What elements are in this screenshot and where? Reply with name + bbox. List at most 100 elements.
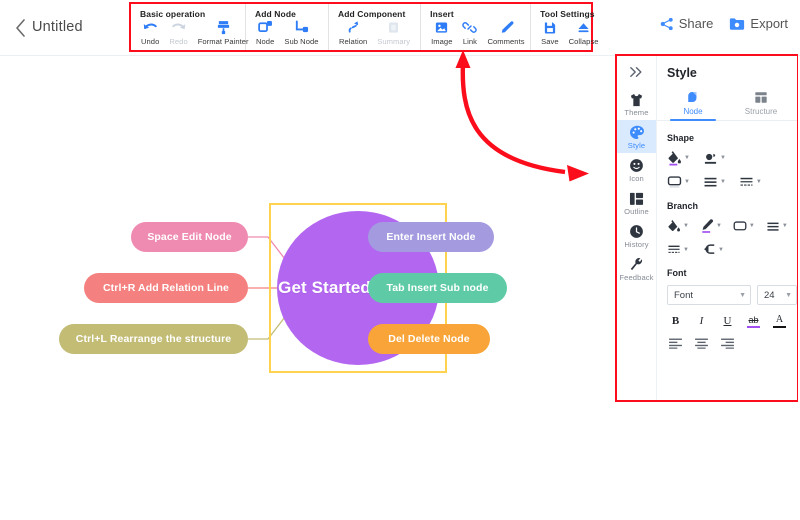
align-left-button[interactable] [667, 335, 684, 351]
branch-pen-button[interactable]: ▼ [700, 218, 722, 234]
insert-link-label: Link [463, 37, 477, 46]
sidebar-item-feedback[interactable]: Feedback [617, 252, 656, 285]
align-center-button[interactable] [693, 335, 710, 351]
font-family-value: Font [674, 290, 693, 301]
line-weight-button[interactable]: ▼ [703, 175, 726, 189]
branch-row-2: ▼ ▼ [667, 243, 797, 256]
font-color-button[interactable]: A [771, 313, 788, 329]
sidebar-item-history[interactable]: History [617, 219, 656, 252]
palette-icon [629, 124, 645, 141]
summary-button[interactable]: Summary [372, 19, 415, 48]
chevron-down-icon: ▼ [684, 179, 690, 185]
branch-dash-button[interactable]: ▼ [667, 243, 689, 256]
chevron-down-icon: ▼ [683, 223, 689, 229]
branch-fill-button[interactable]: ▼ [667, 219, 689, 233]
format-painter-button[interactable]: Format Painter [193, 19, 254, 48]
underline-button[interactable]: U [719, 313, 736, 329]
smiley-icon [629, 157, 644, 174]
chevron-down-icon: ▼ [683, 247, 689, 253]
sidebar-item-icon[interactable]: Icon [617, 153, 656, 186]
redo-arrow-icon [171, 19, 187, 36]
node-label: Enter Insert Node [386, 231, 475, 243]
strikethrough-button[interactable]: ab [745, 313, 762, 329]
back-button[interactable] [10, 17, 30, 39]
border-color-icon [703, 151, 718, 166]
insert-comments-button[interactable]: Comments [482, 19, 529, 48]
chevron-down-icon: ▼ [718, 247, 724, 253]
clock-icon [629, 223, 644, 240]
mindmap-node-space-edit[interactable]: Space Edit Node [131, 222, 248, 252]
font-section-title: Font [667, 268, 797, 278]
align-left-icon [669, 338, 682, 349]
fill-color-button[interactable]: ▼ [667, 150, 690, 166]
align-right-button[interactable] [719, 335, 736, 351]
insert-link-button[interactable]: Link [457, 19, 482, 48]
branch-arrow-button[interactable]: ▼ [702, 243, 724, 256]
add-node-label: Node [256, 37, 274, 46]
collapse-button[interactable]: Collapse [564, 19, 604, 48]
insert-image-button[interactable]: Image [426, 19, 457, 48]
font-align-row [667, 335, 797, 351]
add-sub-node-button[interactable]: Sub Node [279, 19, 323, 48]
tab-label: Structure [745, 107, 777, 116]
mindmap-node-enter-insert[interactable]: Enter Insert Node [368, 222, 494, 252]
link-icon [462, 19, 477, 36]
outline-icon [629, 190, 644, 207]
italic-button[interactable]: I [693, 313, 710, 329]
mindmap-canvas[interactable]: Get Started Quickly Space Edit Node Ctrl… [0, 56, 615, 520]
tab-structure[interactable]: Structure [727, 86, 795, 120]
export-folder-icon [729, 17, 745, 31]
font-family-select[interactable]: Font ▼ [667, 285, 751, 305]
bold-button[interactable]: B [667, 313, 684, 329]
node-label: Ctrl+R Add Relation Line [103, 282, 229, 294]
insert-comments-label: Comments [487, 37, 524, 46]
chevron-down-icon: ▼ [739, 292, 746, 299]
redo-button[interactable]: Redo [164, 19, 192, 48]
mindmap-node-rearrange-structure[interactable]: Ctrl+L Rearrange the structure [59, 324, 248, 354]
branch-shape-button[interactable]: ▼ [733, 220, 755, 232]
mindmap-node-tab-insert-sub[interactable]: Tab Insert Sub node [368, 273, 507, 303]
line-weight-icon [703, 175, 718, 189]
main-toolbar: Basic operation Undo Redo [129, 2, 593, 52]
undo-button[interactable]: Undo [136, 19, 164, 48]
mindmap-node-add-relation-line[interactable]: Ctrl+R Add Relation Line [84, 273, 248, 303]
sidebar-item-label: Style [628, 141, 645, 150]
shape-style-button[interactable]: ▼ [667, 175, 690, 189]
toolbar-group-tool-settings: Tool Settings Save [531, 4, 608, 50]
toolbar-group-title: Insert [421, 8, 530, 19]
font-color-icon: A [776, 314, 783, 325]
tab-node[interactable]: Node [659, 86, 727, 120]
summary-icon [386, 19, 401, 36]
tshirt-icon [629, 91, 644, 108]
font-color-accent [773, 326, 786, 328]
share-button[interactable]: Share [660, 16, 714, 31]
sidebar-item-theme[interactable]: Theme [617, 87, 656, 120]
border-color-button[interactable]: ▼ [703, 151, 726, 166]
shape-section: Shape ▼ [657, 133, 797, 189]
document-title[interactable]: Untitled [32, 19, 83, 35]
line-dash-button[interactable]: ▼ [739, 175, 762, 189]
branch-weight-button[interactable]: ▼ [766, 220, 788, 233]
sidebar-item-outline[interactable]: Outline [617, 186, 656, 219]
chevron-down-icon: ▼ [782, 223, 788, 229]
node-tab-icon [686, 89, 700, 105]
undo-arrow-icon [142, 19, 158, 36]
relation-button[interactable]: Relation [334, 19, 372, 48]
save-button[interactable]: Save [536, 19, 564, 48]
panel-tabs: Node Structure [657, 86, 797, 121]
export-button[interactable]: Export [729, 16, 788, 31]
panel-collapse-button[interactable] [620, 61, 654, 83]
header-actions: Share Export [660, 16, 788, 31]
redo-label: Redo [169, 37, 187, 46]
font-size-select[interactable]: 24 ▼ [757, 285, 797, 305]
sidebar-item-style[interactable]: Style [617, 120, 656, 153]
mindmap-node-del-delete[interactable]: Del Delete Node [368, 324, 490, 354]
sidebar-item-label: History [624, 240, 648, 249]
add-sub-node-icon [294, 19, 309, 36]
toolbar-group-title: Tool Settings [531, 8, 608, 19]
add-node-button[interactable]: Node [251, 19, 279, 48]
panel-title: Style [657, 56, 797, 80]
collapse-up-icon [576, 19, 591, 36]
style-panel: Theme Style [615, 54, 798, 402]
font-section: Font Font ▼ 24 ▼ B I U [657, 268, 797, 351]
